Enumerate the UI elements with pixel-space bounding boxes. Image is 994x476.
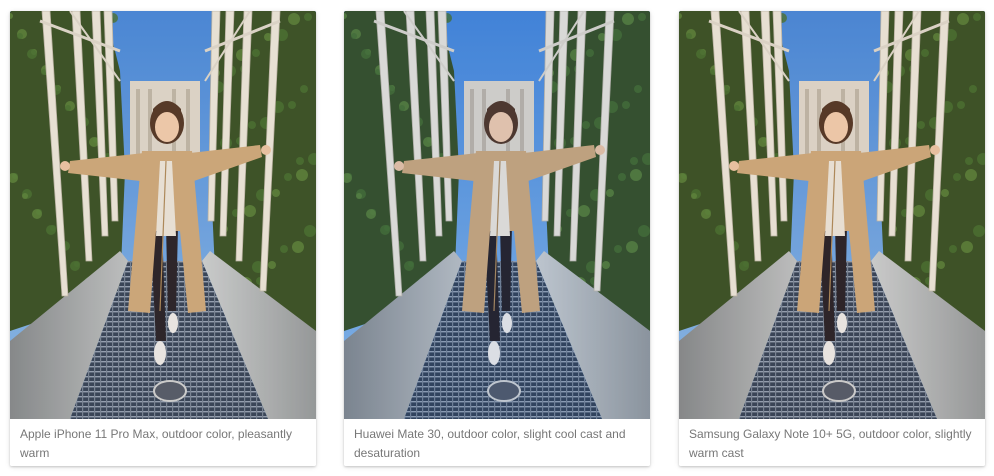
photo-card-iphone[interactable]: Apple iPhone 11 Pro Max, outdoor color, …: [10, 11, 316, 466]
sample-photo-huawei[interactable]: [344, 11, 650, 419]
photo-card-huawei[interactable]: Huawei Mate 30, outdoor color, slight co…: [344, 11, 650, 466]
photo-comparison-gallery: Apple iPhone 11 Pro Max, outdoor color, …: [0, 0, 994, 476]
sample-photo-iphone[interactable]: [10, 11, 316, 419]
sample-photo-samsung[interactable]: [679, 11, 985, 419]
photo-caption: Samsung Galaxy Note 10+ 5G, outdoor colo…: [679, 419, 985, 466]
photo-caption: Apple iPhone 11 Pro Max, outdoor color, …: [10, 419, 316, 466]
photo-caption: Huawei Mate 30, outdoor color, slight co…: [344, 419, 650, 466]
photo-card-samsung[interactable]: Samsung Galaxy Note 10+ 5G, outdoor colo…: [679, 11, 985, 466]
